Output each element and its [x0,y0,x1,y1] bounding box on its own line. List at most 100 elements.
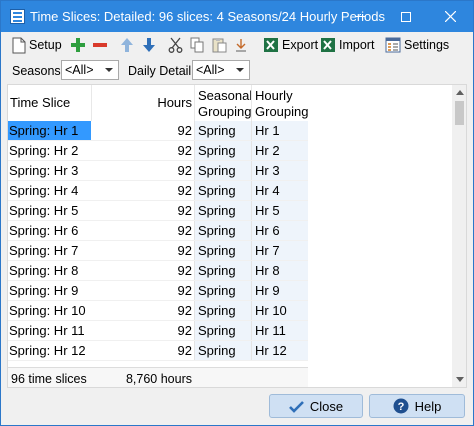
cell-time-slice[interactable]: Spring: Hr 12 [8,341,91,360]
cell-hourly-grouping[interactable]: Hr 10 [251,301,308,320]
cell-hourly-grouping[interactable]: Hr 3 [251,161,308,180]
cell-hours[interactable]: 92 [91,201,194,220]
cell-hourly-grouping[interactable]: Hr 2 [251,141,308,160]
cell-time-slice[interactable]: Spring: Hr 8 [8,261,91,280]
table-row[interactable]: Spring: Hr 10 92 Spring Hr 10 [8,301,308,321]
help-button-label: Help [414,398,442,414]
cell-seasonal-grouping[interactable]: Spring [194,161,251,180]
minus-icon [93,43,107,47]
table-row[interactable]: Spring: Hr 2 92 Spring Hr 2 [8,141,308,161]
download-button[interactable] [234,35,248,55]
cell-hours[interactable]: 92 [91,121,194,140]
cell-hours[interactable]: 92 [91,301,194,320]
cell-hourly-grouping[interactable]: Hr 7 [251,241,308,260]
cell-seasonal-grouping[interactable]: Spring [194,121,251,140]
window-title: Time Slices: Detailed: 96 slices: 4 Seas… [30,9,386,24]
cell-seasonal-grouping[interactable]: Spring [194,141,251,160]
table-row[interactable]: Spring: Hr 7 92 Spring Hr 7 [8,241,308,261]
cell-time-slice[interactable]: Spring: Hr 6 [8,221,91,240]
export-button[interactable]: Export [263,35,318,55]
cell-hours[interactable]: 92 [91,321,194,340]
cell-hourly-grouping[interactable]: Hr 6 [251,221,308,240]
cell-time-slice[interactable]: Spring: Hr 5 [8,201,91,220]
cell-seasonal-grouping[interactable]: Spring [194,201,251,220]
move-up-button[interactable] [120,35,134,55]
cell-time-slice[interactable]: Spring: Hr 2 [8,141,91,160]
time-slices-grid[interactable]: Time Slice Hours Seasonal Grouping Hourl… [7,84,467,388]
cell-time-slice[interactable]: Spring: Hr 11 [8,321,91,340]
paste-button[interactable] [212,35,227,55]
cell-hours[interactable]: 92 [91,281,194,300]
setup-button[interactable]: Setup [12,35,62,55]
toolbar: Setup Export Import Settings [1,32,473,58]
add-button[interactable] [70,35,86,55]
cell-time-slice[interactable]: Spring: Hr 4 [8,181,91,200]
cell-seasonal-grouping[interactable]: Spring [194,301,251,320]
cell-hours[interactable]: 92 [91,141,194,160]
chevron-down-icon [455,377,464,382]
scroll-up-button[interactable] [452,85,466,100]
table-row[interactable]: Spring: Hr 11 92 Spring Hr 11 [8,321,308,341]
cell-hours[interactable]: 92 [91,181,194,200]
filter-bar: Seasons: <All> Daily Detail: <All> [1,58,473,84]
grid-empty-area [308,85,452,387]
daily-detail-value: <All> [196,63,225,77]
cell-seasonal-grouping[interactable]: Spring [194,341,251,360]
cell-seasonal-grouping[interactable]: Spring [194,261,251,280]
table-row[interactable]: Spring: Hr 9 92 Spring Hr 9 [8,281,308,301]
paste-icon [212,38,227,53]
cell-seasonal-grouping[interactable]: Spring [194,181,251,200]
cell-seasonal-grouping[interactable]: Spring [194,241,251,260]
column-header-seasonal-grouping[interactable]: Seasonal Grouping [194,85,252,121]
cut-button[interactable] [168,35,183,55]
close-button[interactable]: Close [269,394,363,418]
table-row[interactable]: Spring: Hr 6 92 Spring Hr 6 [8,221,308,241]
copy-button[interactable] [190,35,205,55]
cell-time-slice[interactable]: Spring: Hr 9 [8,281,91,300]
maximize-button[interactable] [383,1,429,32]
scroll-down-button[interactable] [452,372,466,387]
settings-button[interactable]: Settings [385,35,449,55]
table-row[interactable]: Spring: Hr 3 92 Spring Hr 3 [8,161,308,181]
table-row[interactable]: Spring: Hr 1 92 Spring Hr 1 [8,121,308,141]
vertical-scrollbar[interactable] [452,85,466,387]
seasons-select[interactable]: <All> [61,60,119,80]
download-icon [236,39,246,52]
cell-time-slice[interactable]: Spring: Hr 10 [8,301,91,320]
cell-hours[interactable]: 92 [91,261,194,280]
cell-hourly-grouping[interactable]: Hr 9 [251,281,308,300]
daily-detail-select[interactable]: <All> [192,60,250,80]
move-down-button[interactable] [142,35,156,55]
remove-button[interactable] [92,35,108,55]
help-button[interactable]: ? Help [369,394,465,418]
cell-hourly-grouping[interactable]: Hr 1 [251,121,308,140]
scrollbar-thumb[interactable] [455,101,464,125]
cell-time-slice[interactable]: Spring: Hr 3 [8,161,91,180]
cell-hourly-grouping[interactable]: Hr 8 [251,261,308,280]
cell-time-slice[interactable]: Spring: Hr 1 [8,121,91,140]
import-button[interactable]: Import [320,35,374,55]
cell-hours[interactable]: 92 [91,241,194,260]
cell-hours[interactable]: 92 [91,341,194,360]
column-header-time-slice[interactable]: Time Slice [8,85,91,121]
table-row[interactable]: Spring: Hr 12 92 Spring Hr 12 [8,341,308,361]
plus-icon [71,38,85,52]
table-row[interactable]: Spring: Hr 5 92 Spring Hr 5 [8,201,308,221]
cell-hourly-grouping[interactable]: Hr 11 [251,321,308,340]
cell-hourly-grouping[interactable]: Hr 5 [251,201,308,220]
scissors-icon [168,37,183,53]
cell-seasonal-grouping[interactable]: Spring [194,281,251,300]
cell-seasonal-grouping[interactable]: Spring [194,221,251,240]
minimize-button[interactable] [337,1,383,32]
cell-hours[interactable]: 92 [91,161,194,180]
close-window-button[interactable] [427,1,473,32]
table-row[interactable]: Spring: Hr 8 92 Spring Hr 8 [8,261,308,281]
cell-time-slice[interactable]: Spring: Hr 7 [8,241,91,260]
cell-hours[interactable]: 92 [91,221,194,240]
table-row[interactable]: Spring: Hr 4 92 Spring Hr 4 [8,181,308,201]
column-header-hours[interactable]: Hours [91,85,194,121]
cell-hourly-grouping[interactable]: Hr 4 [251,181,308,200]
column-header-hourly-grouping[interactable]: Hourly Grouping [251,85,308,121]
cell-hourly-grouping[interactable]: Hr 12 [251,341,308,360]
cell-seasonal-grouping[interactable]: Spring [194,321,251,340]
